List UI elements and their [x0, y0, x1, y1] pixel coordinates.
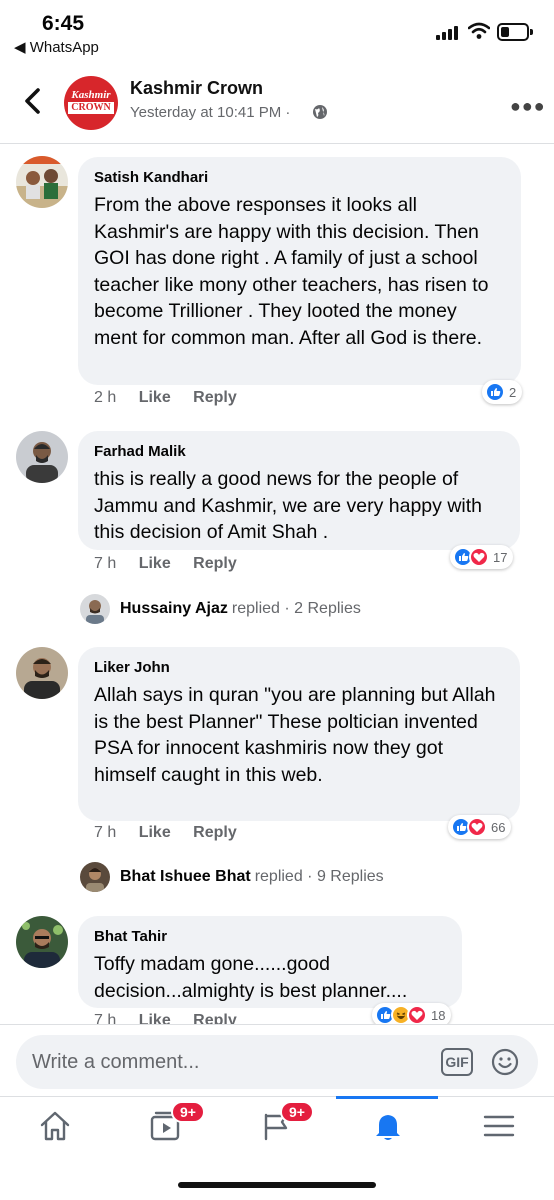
nav-menu[interactable] — [444, 1097, 554, 1157]
love-reaction-icon — [407, 1005, 427, 1024]
emoji-icon[interactable] — [491, 1048, 519, 1076]
reply-button[interactable]: Reply — [193, 1012, 237, 1024]
avatar — [80, 594, 110, 624]
replier-name[interactable]: Bhat Ishuee Bhat — [120, 868, 251, 886]
reply-button[interactable]: Reply — [193, 389, 237, 406]
like-button[interactable]: Like — [139, 1012, 171, 1024]
reply-button[interactable]: Reply — [193, 824, 237, 841]
reaction-summary[interactable]: 18 — [372, 1003, 452, 1024]
like-reaction-icon — [485, 382, 505, 402]
status-bar: 6:45 ◀ WhatsApp — [0, 0, 554, 60]
comment-actions: 7 h Like Reply — [94, 555, 255, 573]
comment-author[interactable]: Satish Kandhari — [94, 168, 505, 188]
back-to-app-link[interactable]: ◀ WhatsApp — [14, 38, 99, 56]
replier-name[interactable]: Hussainy Ajaz — [120, 600, 228, 618]
comment-bubble[interactable]: Bhat Tahir Toffy madam gone......good de… — [78, 916, 462, 1008]
comment-text: Allah says in quran "you are planning bu… — [94, 684, 496, 786]
reaction-summary[interactable]: 17 — [450, 545, 514, 569]
comment-actions: 2 h Like Reply — [94, 389, 255, 407]
comment-input[interactable] — [32, 1049, 432, 1075]
comment-actions: 7 h Like Reply — [94, 824, 255, 842]
comment-author[interactable]: Liker John — [94, 658, 504, 678]
comment-composer[interactable]: GIF — [16, 1035, 538, 1089]
avatar[interactable] — [16, 647, 68, 699]
more-horizontal-icon[interactable]: ●●● — [510, 96, 546, 117]
comment-author[interactable]: Bhat Tahir — [94, 927, 446, 947]
reaction-count: 66 — [491, 819, 506, 835]
comment-time: 7 h — [94, 824, 117, 841]
avatar[interactable] — [16, 916, 68, 968]
comment-composer-bar: GIF — [0, 1024, 554, 1096]
comment-bubble[interactable]: Satish Kandhari From the above responses… — [78, 157, 521, 385]
nav-pages[interactable]: 9+ — [222, 1097, 332, 1157]
comment-bubble[interactable]: Farhad Malik this is really a good news … — [78, 431, 520, 550]
avatar-logo-line1: Kashmir — [71, 89, 111, 101]
comment-time: 7 h — [94, 555, 117, 572]
clock: 6:45 — [42, 12, 85, 35]
love-reaction-icon — [467, 817, 487, 837]
avatar — [80, 862, 110, 892]
reaction-summary[interactable]: 66 — [448, 815, 512, 839]
comment-text: From the above responses it looks all Ka… — [94, 194, 489, 349]
comment-actions: 7 h Like Reply — [94, 1012, 255, 1024]
avatar[interactable] — [16, 156, 68, 208]
replies-count-text: replied · 2 Replies — [231, 600, 361, 617]
home-icon — [40, 1111, 70, 1141]
replies-count-text: replied · 9 Replies — [254, 868, 384, 885]
comment-time: 7 h — [94, 1012, 117, 1024]
reaction-count: 17 — [493, 549, 508, 565]
post-timestamp: Yesterday at 10:41 PM · — [130, 104, 291, 121]
comment-author[interactable]: Farhad Malik — [94, 442, 504, 462]
reaction-summary[interactable]: 2 — [482, 380, 523, 404]
comment-time: 2 h — [94, 389, 117, 406]
wifi-icon — [468, 22, 490, 39]
home-indicator — [178, 1182, 376, 1188]
replies-summary[interactable]: Bhat Ishuee Bhat replied · 9 Replies — [80, 862, 384, 892]
pages-badge: 9+ — [280, 1101, 314, 1123]
like-button[interactable]: Like — [139, 389, 171, 406]
nav-home[interactable] — [0, 1097, 110, 1157]
nav-notifications[interactable] — [333, 1097, 443, 1157]
post-header: Kashmir CROWN Kashmir Crown Yesterday at… — [0, 66, 554, 140]
nav-watch[interactable]: 9+ — [111, 1097, 221, 1157]
comment-text: this is really a good news for the peopl… — [94, 468, 483, 543]
like-button[interactable]: Like — [139, 824, 171, 841]
notifications-icon — [376, 1115, 400, 1140]
page-name[interactable]: Kashmir Crown — [130, 78, 263, 99]
menu-icon — [483, 1115, 515, 1137]
like-button[interactable]: Like — [139, 555, 171, 572]
comment-bubble[interactable]: Liker John Allah says in quran "you are … — [78, 647, 520, 821]
avatar[interactable] — [16, 431, 68, 483]
avatar-logo-line2: CROWN — [68, 102, 114, 114]
comments-list[interactable]: Satish Kandhari From the above responses… — [0, 144, 554, 1024]
reply-button[interactable]: Reply — [193, 555, 237, 572]
globe-icon — [313, 105, 327, 119]
signal-icon — [436, 26, 460, 40]
comment-text: Toffy madam gone......good decision...al… — [94, 953, 408, 1002]
page-avatar[interactable]: Kashmir CROWN — [64, 76, 118, 130]
watch-badge: 9+ — [171, 1101, 205, 1123]
reaction-count: 18 — [431, 1007, 446, 1023]
love-reaction-icon — [469, 547, 489, 567]
reaction-count: 2 — [509, 384, 517, 400]
chevron-left-icon[interactable] — [20, 86, 46, 116]
battery-icon — [497, 23, 533, 41]
gif-icon[interactable]: GIF — [441, 1048, 473, 1076]
replies-summary[interactable]: Hussainy Ajaz replied · 2 Replies — [80, 594, 361, 624]
